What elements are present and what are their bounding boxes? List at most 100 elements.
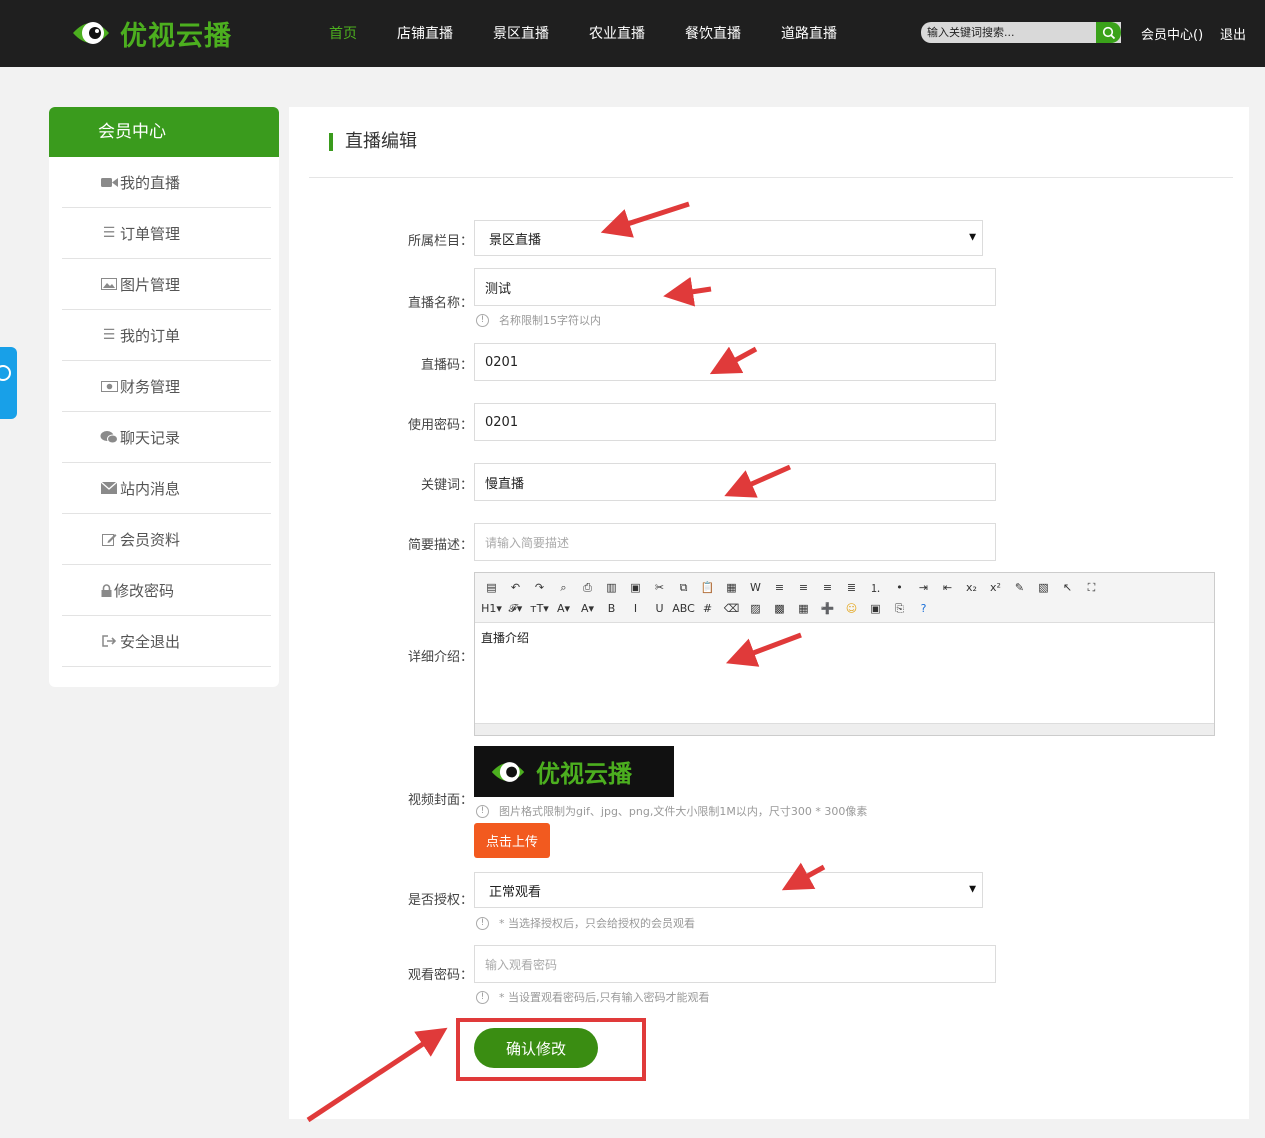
copy-icon[interactable]: ⧉: [673, 579, 694, 597]
format-dropdown-8[interactable]: ABC: [672, 600, 695, 618]
emoticon-icon[interactable]: ☺: [841, 600, 862, 618]
edit-icon: [98, 533, 120, 546]
clear-format-icon[interactable]: ✎: [1009, 579, 1030, 597]
source-icon[interactable]: ▤: [481, 579, 502, 597]
sidebar-item-change-password[interactable]: 修改密码: [62, 565, 271, 616]
pointer-icon[interactable]: ↖: [1057, 579, 1078, 597]
hr-icon[interactable]: ➕: [817, 600, 838, 618]
list-icon: ☰: [102, 327, 116, 343]
format-dropdown-10[interactable]: ⌫: [721, 600, 742, 618]
undo-icon[interactable]: ↶: [505, 579, 526, 597]
sidebar-item-profile[interactable]: 会员资料: [62, 514, 271, 565]
nav-shop-live[interactable]: 店铺直播: [397, 23, 453, 43]
sidebar-item-finance[interactable]: 财务管理: [62, 361, 271, 412]
indent-icon[interactable]: ⇥: [913, 579, 934, 597]
confirm-submit-button[interactable]: 确认修改: [474, 1028, 598, 1068]
superscript-icon[interactable]: x²: [985, 579, 1006, 597]
keywords-input[interactable]: 慢直播: [474, 463, 996, 501]
search-input[interactable]: [927, 24, 1093, 41]
sidebar-item-label: 安全退出: [120, 632, 181, 651]
editor-content[interactable]: 直播介绍: [475, 623, 1214, 723]
dropdown-arrow-icon: ▼: [969, 232, 976, 243]
category-label: 所属栏目：: [407, 234, 473, 249]
template-icon[interactable]: ▥: [601, 579, 622, 597]
envelope-icon: [98, 482, 120, 494]
format-dropdown-7[interactable]: U: [649, 600, 670, 618]
search-button[interactable]: [1096, 22, 1121, 43]
info-icon: !: [476, 916, 489, 930]
upload-button[interactable]: 点击上传: [474, 823, 550, 858]
format-dropdown-4[interactable]: A▾: [577, 600, 598, 618]
paste-text-icon[interactable]: ▦: [721, 579, 742, 597]
fullscreen-icon[interactable]: ⛶: [1081, 579, 1102, 597]
use-password-input[interactable]: 0201: [474, 403, 996, 441]
select-all-icon[interactable]: ▧: [1033, 579, 1054, 597]
cut-icon[interactable]: ✂: [649, 579, 670, 597]
member-center-link[interactable]: 会员中心(): [1141, 24, 1203, 43]
align-right-icon[interactable]: ≡: [817, 579, 838, 597]
view-password-input[interactable]: 输入观看密码: [474, 945, 996, 983]
logo[interactable]: 优视云播: [70, 13, 232, 53]
sidebar-item-my-live[interactable]: 我的直播: [62, 157, 271, 208]
ordered-list-icon[interactable]: ⒈: [865, 579, 886, 597]
sidebar-item-logout[interactable]: 安全退出: [62, 616, 271, 667]
multi-image-icon[interactable]: ▩: [769, 600, 790, 618]
sidebar-item-orders[interactable]: ☰ 订单管理: [62, 208, 271, 259]
format-dropdown-3[interactable]: A▾: [553, 600, 574, 618]
help-icon[interactable]: ?: [913, 600, 934, 618]
editor-toolbar: ▤ ↶ ↷ ⌕ ⎙ ▥ ▣ ✂ ⧉ 📋 ▦ W ≡ ≡ ≡ ≣ ⒈ • ⇥ ⇤ x₂ x² ✎ ▧ ↖ ⛶ H1▾ 𝓕▾ тT▾ A▾ A…: [475, 573, 1214, 623]
justify-icon[interactable]: ≣: [841, 579, 862, 597]
paste-icon[interactable]: 📋: [697, 579, 718, 597]
auth-value: 正常观看: [489, 884, 542, 900]
format-dropdown-5[interactable]: B: [601, 600, 622, 618]
sidebar-item-label: 我的订单: [120, 326, 181, 345]
picture-icon[interactable]: ▣: [865, 600, 886, 618]
auth-select[interactable]: 正常观看 ▼: [474, 872, 983, 908]
floating-service-tab[interactable]: [0, 347, 17, 419]
image-insert-icon[interactable]: ▨: [745, 600, 766, 618]
live-code-input[interactable]: 0201: [474, 343, 996, 381]
code-icon[interactable]: ▣: [625, 579, 646, 597]
sidebar-item-label: 订单管理: [120, 224, 181, 243]
sidebar-item-images[interactable]: 图片管理: [62, 259, 271, 310]
format-dropdown-6[interactable]: I: [625, 600, 646, 618]
paste-word-icon[interactable]: W: [745, 579, 766, 597]
nav-home[interactable]: 首页: [329, 23, 357, 43]
detail-label: 详细介绍：: [407, 650, 473, 665]
editor-resize-bar[interactable]: [475, 723, 1214, 735]
nav-farm-live[interactable]: 农业直播: [589, 23, 645, 43]
nav-road-live[interactable]: 道路直播: [781, 23, 837, 43]
cover-hint-text: 图片格式限制为gif、jpg、png,文件大小限制1M以内，尺寸300 * 30…: [499, 805, 868, 818]
sidebar-item-chat[interactable]: 聊天记录: [62, 412, 271, 463]
format-dropdown-2[interactable]: тT▾: [529, 600, 550, 618]
member-sidebar: 会员中心 我的直播 ☰ 订单管理 图片管理 ☰ 我的订单 财务管理 聊天记录 站…: [49, 107, 279, 687]
keywords-label: 关键词：: [420, 478, 473, 493]
editor-toolbar-row-2: H1▾ 𝓕▾ тT▾ A▾ A▾ B I U ABC # ⌫ ▨ ▩ ▦ ➕ ☺ ▣ ⎘?: [481, 598, 1208, 619]
align-left-icon[interactable]: ≡: [769, 579, 790, 597]
logout-link[interactable]: 退出: [1220, 24, 1246, 43]
preview-icon[interactable]: ⌕: [553, 579, 574, 597]
rich-text-editor: ▤ ↶ ↷ ⌕ ⎙ ▥ ▣ ✂ ⧉ 📋 ▦ W ≡ ≡ ≡ ≣ ⒈ • ⇥ ⇤ x₂ x² ✎ ▧ ↖ ⛶ H1▾ 𝓕▾ тT▾ A▾ A…: [474, 572, 1215, 736]
table-icon[interactable]: ▦: [793, 600, 814, 618]
nav-food-live[interactable]: 餐饮直播: [685, 23, 741, 43]
format-dropdown-0[interactable]: H1▾: [481, 600, 502, 618]
info-icon: !: [476, 804, 489, 818]
nav-scenic-live[interactable]: 景区直播: [493, 23, 549, 43]
summary-input[interactable]: 请输入简要描述: [474, 523, 996, 561]
live-name-input[interactable]: 测试: [474, 268, 996, 306]
category-select[interactable]: 景区直播 ▼: [474, 220, 983, 256]
format-dropdown-9[interactable]: #: [697, 600, 718, 618]
align-center-icon[interactable]: ≡: [793, 579, 814, 597]
redo-icon[interactable]: ↷: [529, 579, 550, 597]
print-icon[interactable]: ⎙: [577, 579, 598, 597]
title-divider: [309, 177, 1233, 178]
keywords-value: 慢直播: [485, 476, 525, 492]
format-dropdown-1[interactable]: 𝓕▾: [505, 600, 526, 618]
outdent-icon[interactable]: ⇤: [937, 579, 958, 597]
sidebar-item-my-orders[interactable]: ☰ 我的订单: [62, 310, 271, 361]
pagebreak-icon[interactable]: ⎘: [889, 600, 910, 618]
unordered-list-icon[interactable]: •: [889, 579, 910, 597]
live-name-value: 测试: [485, 281, 512, 297]
sidebar-item-messages[interactable]: 站内消息: [62, 463, 271, 514]
subscript-icon[interactable]: x₂: [961, 579, 982, 597]
